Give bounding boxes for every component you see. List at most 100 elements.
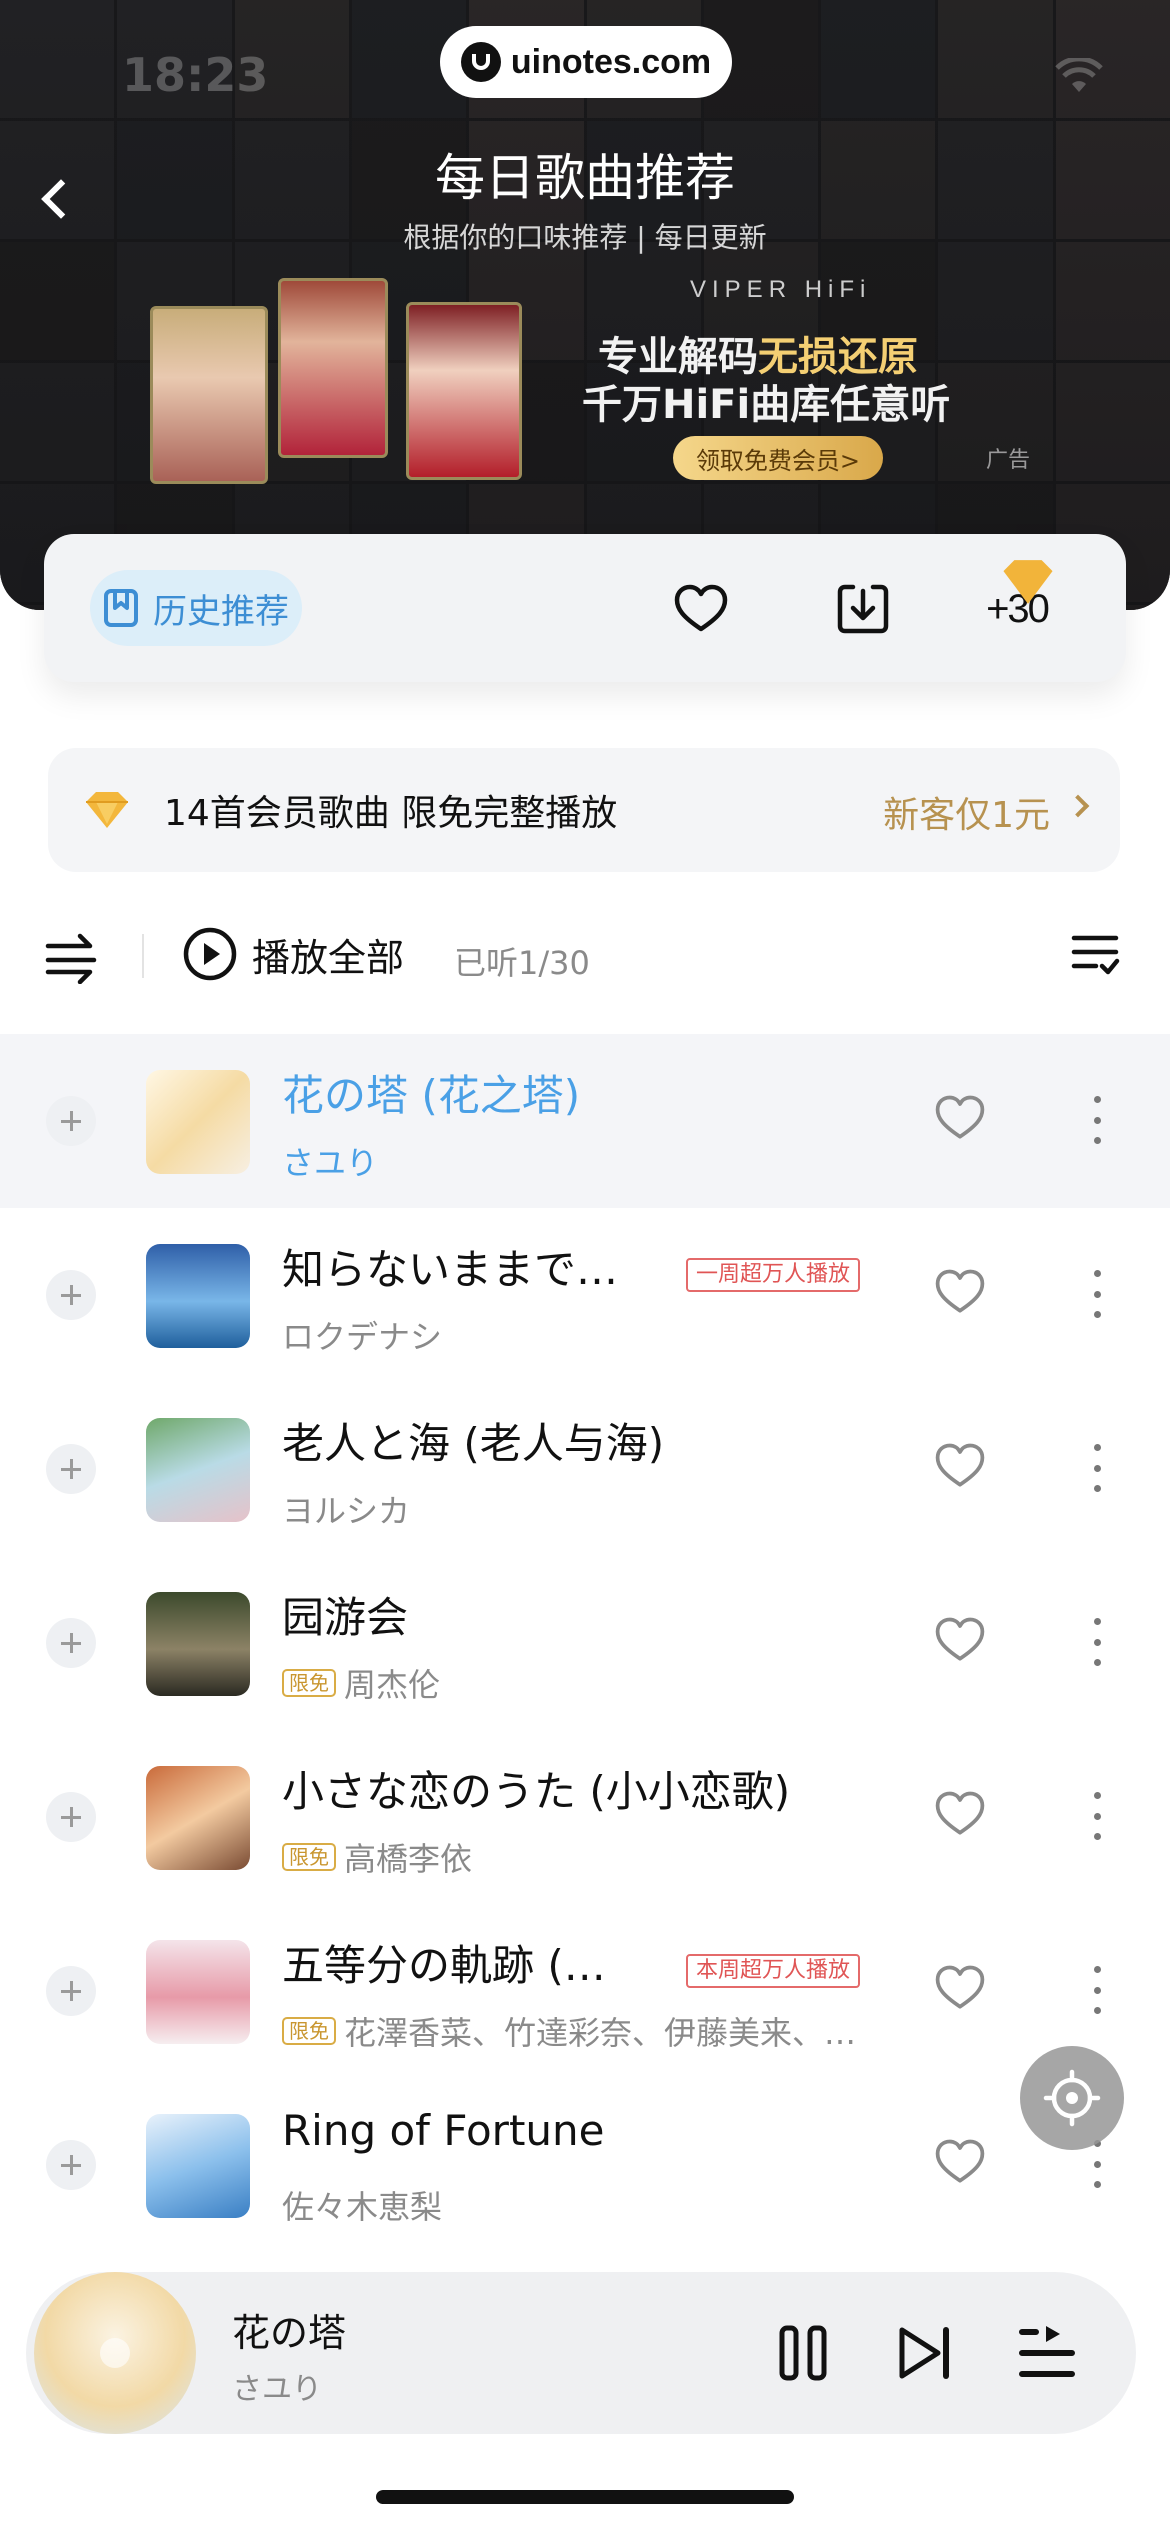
- add-to-queue-button[interactable]: [46, 1792, 96, 1842]
- ad-claim-button[interactable]: 领取免费会员>: [673, 436, 883, 480]
- vip-promo-text: 14首会员歌曲 限免完整播放: [164, 793, 618, 834]
- song-title: 小さな恋のうた (小小恋歌): [282, 1767, 791, 1816]
- song-artist: 限免 周杰伦: [282, 1660, 440, 1706]
- history-recommend-button[interactable]: 历史推荐: [90, 570, 302, 646]
- locate-current-song-button[interactable]: [1020, 2046, 1124, 2150]
- history-recommend-label: 历史推荐: [153, 591, 289, 632]
- song-row[interactable]: 小さな恋のうた (小小恋歌) 限免 高橋李依: [0, 1730, 1170, 1904]
- song-row[interactable]: 五等分の軌跡 (… 本周超万人播放 限免 花澤香菜、竹達彩奈、伊藤美来、…: [0, 1904, 1170, 2078]
- song-title: Ring of Fortune: [282, 2106, 605, 2155]
- queue-icon[interactable]: [1014, 2320, 1080, 2386]
- play-mode-icon[interactable]: [44, 928, 100, 984]
- heart-icon[interactable]: [932, 2134, 988, 2190]
- song-title: 园游会: [282, 1593, 409, 1642]
- download-icon: [837, 584, 889, 634]
- song-row[interactable]: 花の塔 (花之塔) さユり: [0, 1034, 1170, 1208]
- song-row[interactable]: Ring of Fortune 佐々木恵梨: [0, 2078, 1170, 2252]
- free-badge: 限免: [282, 2017, 336, 2045]
- download-all-button[interactable]: [828, 574, 898, 644]
- song-title: 知らないままで…: [282, 1245, 619, 1294]
- ad-photo: [150, 306, 268, 484]
- song-artist: 佐々木恵梨: [282, 2188, 443, 2226]
- free-badge: 限免: [282, 1843, 336, 1871]
- song-cover: [146, 2114, 250, 2218]
- ad-subheadline: 千万HiFi曲库任意听: [582, 382, 951, 428]
- song-cover: [146, 1418, 250, 1522]
- header-banner: 18:23 uinotes.com 每日歌曲推荐 根据你的口味推荐 | 每日更新…: [0, 0, 1170, 610]
- wifi-icon: [1055, 58, 1103, 92]
- song-artist: ヨルシカ: [282, 1492, 411, 1530]
- add-to-queue-button[interactable]: [46, 1096, 96, 1146]
- song-title: 花の塔 (花之塔): [282, 1071, 581, 1120]
- diamond-icon: [86, 792, 128, 828]
- song-cover: [146, 1070, 250, 1174]
- song-artist: ロクデナシ: [282, 1318, 443, 1356]
- song-artist: さユり: [282, 1144, 379, 1182]
- add-30-button[interactable]: +30: [982, 560, 1053, 644]
- song-row[interactable]: 知らないままで… 一周超万人播放 ロクデナシ: [0, 1208, 1170, 1382]
- more-options-button[interactable]: [1082, 1264, 1112, 1324]
- song-cover: [146, 1244, 250, 1348]
- sort-icon[interactable]: [1070, 930, 1120, 980]
- heart-icon: [674, 584, 728, 632]
- action-card: 历史推荐 +30: [44, 534, 1126, 682]
- status-time: 18:23: [122, 48, 269, 102]
- vip-promo-banner[interactable]: 14首会员歌曲 限免完整播放 新客仅1元: [48, 748, 1120, 872]
- diamond-icon: [1003, 560, 1053, 604]
- play-all-button[interactable]: 播放全部: [182, 926, 404, 982]
- play-all-label: 播放全部: [252, 935, 405, 980]
- mini-player[interactable]: 花の塔 さユり: [26, 2272, 1136, 2434]
- more-options-button[interactable]: [1082, 1786, 1112, 1846]
- song-list: 花の塔 (花之塔) さユり 知らないままで… 一周超万人播放 ロクデナシ 老人と…: [0, 1034, 1170, 2252]
- ad-banner-photos[interactable]: [150, 278, 530, 484]
- watermark-text: uinotes.com: [510, 42, 712, 81]
- heart-icon[interactable]: [932, 1960, 988, 2016]
- pause-icon[interactable]: [770, 2320, 836, 2386]
- home-indicator: [376, 2490, 794, 2504]
- playlist-controls: 播放全部 已听1/30: [0, 904, 1170, 1004]
- hot-badge: 本周超万人播放: [686, 1954, 861, 1988]
- ad-photo: [278, 278, 388, 458]
- ad-brand: VIPER HiFi: [690, 276, 872, 303]
- more-options-button[interactable]: [1082, 1612, 1112, 1672]
- hot-badge: 一周超万人播放: [686, 1258, 861, 1292]
- heart-icon[interactable]: [932, 1438, 988, 1494]
- add-to-queue-button[interactable]: [46, 1966, 96, 2016]
- now-playing-title: 花の塔: [232, 2311, 347, 2355]
- song-artist: 限免 高橋李依: [282, 1834, 472, 1880]
- listened-count: 已听1/30: [454, 944, 590, 982]
- more-options-button[interactable]: [1082, 1438, 1112, 1498]
- song-row[interactable]: 老人と海 (老人与海) ヨルシカ: [0, 1382, 1170, 1556]
- more-options-button[interactable]: [1082, 1090, 1112, 1150]
- now-playing-artist: さユり: [232, 2372, 322, 2407]
- song-row[interactable]: 园游会 限免 周杰伦: [0, 1556, 1170, 1730]
- add-to-queue-button[interactable]: [46, 1444, 96, 1494]
- heart-icon[interactable]: [932, 1090, 988, 1146]
- add-to-queue-button[interactable]: [46, 2140, 96, 2190]
- watermark-logo-icon: [460, 42, 501, 82]
- bookmark-icon: [104, 589, 138, 627]
- add-to-queue-button[interactable]: [46, 1618, 96, 1668]
- vip-promo-cta[interactable]: 新客仅1元: [883, 786, 1050, 838]
- heart-icon[interactable]: [932, 1264, 988, 1320]
- song-cover: [146, 1940, 250, 2044]
- add-to-queue-button[interactable]: [46, 1270, 96, 1320]
- chevron-right-icon: [1066, 794, 1090, 818]
- song-cover: [146, 1592, 250, 1696]
- play-circle-icon: [183, 927, 237, 981]
- target-icon: [1043, 2069, 1101, 2127]
- song-cover: [146, 1766, 250, 1870]
- more-options-button[interactable]: [1082, 1960, 1112, 2020]
- song-title: 老人と海 (老人与海): [282, 1419, 665, 1468]
- heart-icon[interactable]: [932, 1786, 988, 1842]
- next-icon[interactable]: [892, 2320, 958, 2386]
- now-playing-cover[interactable]: [34, 2272, 196, 2434]
- song-title: 五等分の軌跡 (…: [282, 1941, 606, 1990]
- like-all-button[interactable]: [666, 574, 736, 644]
- ad-photo: [406, 302, 522, 480]
- ad-label: 广告: [986, 448, 1031, 473]
- heart-icon[interactable]: [932, 1612, 988, 1668]
- song-artist: 限免 花澤香菜、竹達彩奈、伊藤美来、…: [282, 2008, 856, 2054]
- watermark-badge: uinotes.com: [440, 26, 732, 98]
- page-title: 每日歌曲推荐: [435, 149, 735, 207]
